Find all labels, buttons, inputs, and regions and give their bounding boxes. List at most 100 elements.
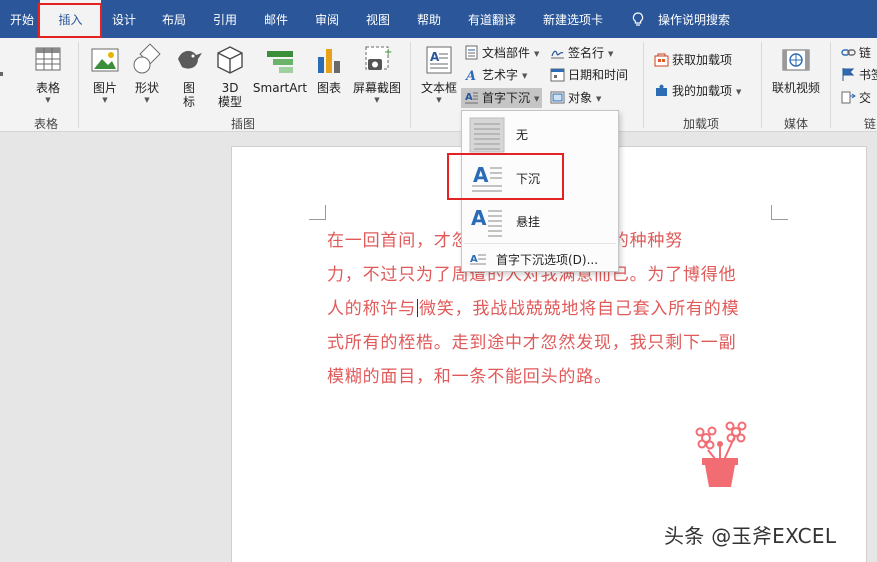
svg-text:A: A	[471, 206, 487, 230]
bar-chart-icon	[318, 49, 340, 73]
group-divider	[761, 42, 762, 128]
menu-item-none-label: 无	[516, 128, 529, 142]
link-button[interactable]: 链	[841, 43, 871, 63]
get-addins-button[interactable]: 获取加载项	[654, 50, 732, 70]
tab-references[interactable]: 引用	[213, 0, 237, 38]
object-icon	[550, 91, 565, 104]
page-corner-mark-left	[309, 205, 326, 220]
table-label: 表格	[35, 81, 60, 95]
screenshot-icon: +	[365, 46, 392, 70]
get-addins-label: 获取加载项	[672, 53, 733, 67]
menu-item-dropped[interactable]: A 下沉	[464, 157, 616, 199]
tab-home[interactable]: 开始	[10, 0, 34, 38]
date-time-button[interactable]: 日期和时间	[550, 65, 628, 85]
3d-models-button[interactable]: 3D 模型	[212, 43, 248, 109]
smartart-label: SmartArt	[252, 81, 308, 95]
quick-parts-icon	[465, 45, 478, 60]
text-line: 式所有的桎梏。走到途中才忽然发现，我只剩下一副	[327, 333, 737, 353]
calendar-icon	[550, 68, 565, 82]
drop-cap-none-icon	[469, 117, 505, 153]
picture-icon	[91, 48, 119, 72]
drop-cap-dropped-icon: A	[472, 163, 502, 192]
group-label-links: 链	[864, 117, 877, 131]
chevron-down-icon: ▼	[608, 50, 614, 58]
ribbon: 表格 ▼ 表格 图片 ▼ 形状 ▼ 图 标 3D 模型 SmartArt 图表 …	[0, 38, 877, 132]
online-video-label: 联机视频	[771, 81, 820, 95]
text-segment: 微笑，我战战兢兢地将自己套入所有的模	[419, 299, 740, 319]
tab-help[interactable]: 帮助	[417, 0, 441, 38]
textbox-icon: A	[426, 46, 452, 74]
bookmark-label: 书签	[859, 68, 877, 82]
icons-label: 图 标	[182, 81, 195, 109]
chart-button[interactable]: 图表	[312, 43, 346, 95]
puzzle-icon	[656, 84, 667, 96]
cube-icon	[217, 46, 243, 74]
chevron-down-icon: ▼	[144, 96, 150, 104]
object-button[interactable]: 对象 ▼	[550, 88, 601, 108]
page-corner-mark-right	[771, 205, 788, 220]
link-icon	[841, 49, 856, 56]
menu-item-in-margin[interactable]: A 悬挂	[464, 200, 616, 242]
tab-youdao-translate[interactable]: 有道翻译	[468, 0, 516, 38]
group-label-addins: 加载项	[683, 117, 720, 131]
tab-insert[interactable]: 插入	[40, 0, 101, 38]
text-segment: 人的称许与	[327, 299, 416, 319]
link-label: 链	[859, 46, 872, 60]
signature-icon	[551, 50, 564, 59]
3d-models-label: 3D 模型	[217, 81, 242, 109]
icons-button[interactable]: 图 标	[172, 43, 206, 109]
drop-cap-button[interactable]: A 首字下沉 ▼	[461, 88, 543, 108]
drop-cap-options-icon: A	[470, 254, 486, 265]
smartart-icon	[267, 51, 293, 73]
my-addins-label: 我的加载项	[672, 84, 733, 98]
chevron-down-icon: ▼	[534, 50, 540, 58]
menu-item-dropped-label: 下沉	[516, 172, 541, 186]
bookmark-button[interactable]: 书签	[841, 65, 877, 85]
chevron-down-icon: ▼	[596, 95, 602, 103]
table-button[interactable]: 表格 ▼	[28, 43, 68, 105]
bird-icon	[178, 50, 202, 69]
tab-layout[interactable]: 布局	[162, 0, 186, 38]
tab-review[interactable]: 审阅	[315, 0, 339, 38]
chevron-down-icon: ▼	[736, 88, 742, 96]
menu-separator	[464, 243, 616, 244]
chart-label: 图表	[316, 81, 341, 95]
textbox-button[interactable]: A 文本框 ▼	[419, 43, 459, 105]
online-video-button[interactable]: 联机视频	[770, 43, 822, 95]
date-time-label: 日期和时间	[568, 68, 629, 82]
tab-design[interactable]: 设计	[112, 0, 136, 38]
shapes-label: 形状	[134, 81, 159, 95]
online-video-icon	[782, 49, 810, 71]
signature-line-button[interactable]: 签名行 ▼	[550, 43, 613, 63]
smartart-button[interactable]: SmartArt	[252, 43, 308, 95]
watermark: 头条 @玉斧EXCEL	[664, 524, 837, 548]
shapes-button[interactable]: 形状 ▼	[129, 43, 165, 105]
chevron-down-icon: ▼	[374, 96, 380, 104]
group-label-tables: 表格	[34, 117, 59, 131]
picture-label: 图片	[92, 81, 117, 95]
screenshot-button[interactable]: + 屏幕截图 ▼	[350, 43, 404, 105]
table-icon	[35, 47, 61, 71]
shapes-icon	[133, 43, 161, 74]
quick-parts-label: 文档部件	[482, 46, 531, 60]
drop-cap-margin-icon: A	[471, 206, 502, 237]
menu-item-in-margin-label: 悬挂	[516, 215, 541, 229]
svg-text:A: A	[465, 92, 473, 103]
my-addins-button[interactable]: 我的加载项 ▼	[654, 81, 741, 101]
tab-mailings[interactable]: 邮件	[264, 0, 288, 38]
svg-text:A: A	[430, 50, 440, 64]
tab-new-tab[interactable]: 新建选项卡	[543, 0, 603, 38]
menu-item-none[interactable]: 无	[464, 113, 616, 155]
wordart-icon: A	[464, 69, 476, 82]
tab-view[interactable]: 视图	[366, 0, 390, 38]
wordart-label: 艺术字	[482, 68, 519, 82]
quick-parts-button[interactable]: 文档部件 ▼	[464, 43, 539, 63]
group-divider	[830, 42, 831, 128]
picture-button[interactable]: 图片 ▼	[87, 43, 123, 105]
menu-item-drop-cap-options[interactable]: A 首字下沉选项(D)...	[464, 249, 616, 269]
object-label: 对象	[568, 91, 593, 105]
tell-me-search[interactable]: 操作说明搜索	[658, 0, 730, 38]
wordart-button[interactable]: A 艺术字 ▼	[464, 65, 527, 85]
cross-reference-button[interactable]: 交	[841, 88, 871, 108]
chevron-down-icon: ▼	[102, 96, 108, 104]
